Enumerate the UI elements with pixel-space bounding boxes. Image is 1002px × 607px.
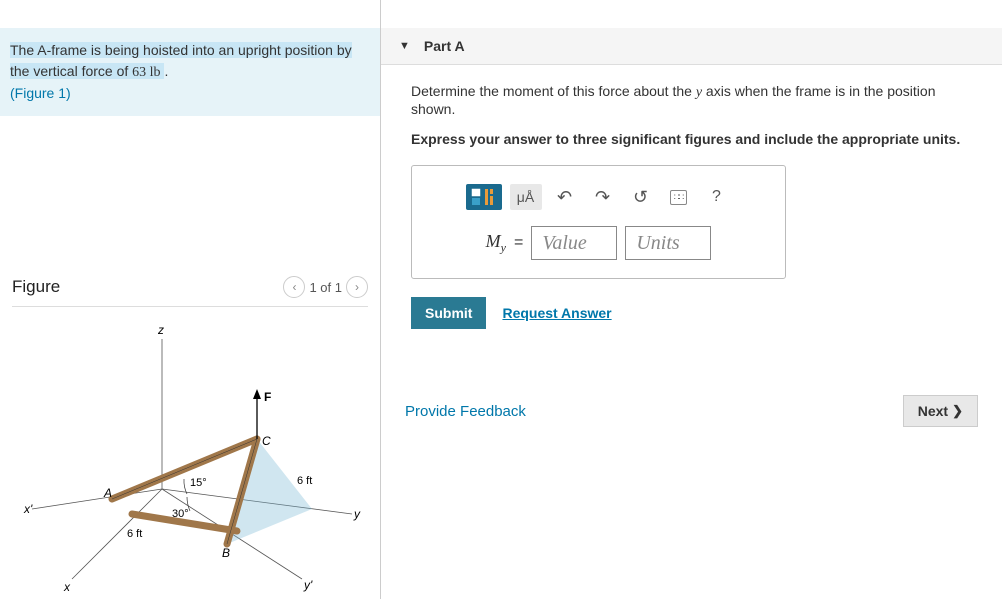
instruction: Determine the moment of this force about…: [411, 83, 972, 117]
variable-label: My: [486, 231, 506, 256]
axis-x: x: [63, 580, 71, 594]
instruction-bold: Express your answer to three significant…: [411, 131, 972, 147]
units-input[interactable]: Units: [625, 226, 711, 260]
submit-button[interactable]: Submit: [411, 297, 486, 329]
axis-y: y: [353, 507, 361, 521]
units-button[interactable]: μÅ: [510, 184, 542, 210]
figure-next-button[interactable]: ›: [346, 276, 368, 298]
problem-period: .: [164, 63, 168, 79]
collapse-icon: ▼: [399, 40, 410, 52]
axis-yprime: y': [303, 578, 313, 592]
value-input[interactable]: Value: [531, 226, 617, 260]
angle-30: 30°: [172, 508, 189, 520]
provide-feedback-link[interactable]: Provide Feedback: [405, 403, 526, 420]
axis-z: z: [157, 323, 164, 337]
force-label: F: [264, 390, 271, 404]
request-answer-link[interactable]: Request Answer: [502, 305, 611, 321]
point-A: A: [103, 486, 112, 500]
figure-title: Figure: [12, 277, 60, 297]
next-button[interactable]: Next ❯: [903, 395, 978, 427]
equals: =: [514, 234, 523, 252]
figure-link[interactable]: (Figure 1): [10, 85, 71, 101]
keyboard-icon: ∷∷: [670, 190, 687, 205]
axis-xprime: x': [23, 502, 33, 516]
answer-box: μÅ ↶ ↷ ↺ ∷∷ ? My = Value Units: [411, 165, 786, 279]
figure-diagram: z x' y x y': [12, 319, 368, 599]
reset-button[interactable]: ↺: [626, 184, 656, 210]
problem-text: The A-frame is being hoisted into an upr…: [10, 42, 352, 79]
chevron-right-icon: ❯: [952, 403, 963, 419]
undo-button[interactable]: ↶: [550, 184, 580, 210]
dim-6b: 6 ft: [297, 475, 312, 487]
templates-button[interactable]: [466, 184, 502, 210]
problem-statement: The A-frame is being hoisted into an upr…: [0, 28, 380, 116]
point-C: C: [262, 434, 271, 448]
point-B: B: [222, 546, 230, 560]
keyboard-button[interactable]: ∷∷: [664, 184, 694, 210]
figure-page: 1 of 1: [309, 280, 342, 295]
dim-6a: 6 ft: [127, 528, 142, 540]
part-header[interactable]: ▼ Part A: [381, 28, 1002, 65]
help-button[interactable]: ?: [702, 184, 732, 210]
angle-15: 15°: [190, 477, 207, 489]
figure-nav: ‹ 1 of 1 ›: [283, 276, 368, 298]
templates-icon: [471, 188, 497, 206]
part-label: Part A: [424, 38, 465, 54]
redo-button[interactable]: ↷: [588, 184, 618, 210]
force-value: 63 lb: [132, 65, 160, 80]
figure-prev-button[interactable]: ‹: [283, 276, 305, 298]
